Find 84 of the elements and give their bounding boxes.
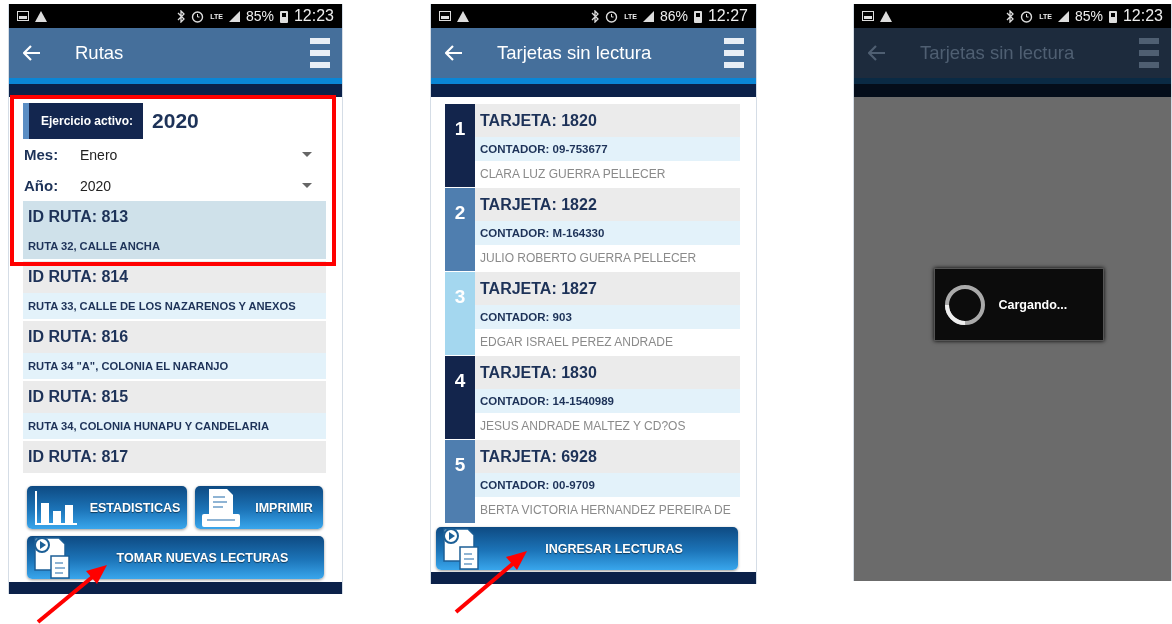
screen-title: Rutas: [74, 42, 125, 64]
filter-label: Año:: [24, 177, 60, 194]
owner-name: BERTA VICTORIA HERNANDEZ PEREIRA DE: [479, 502, 732, 519]
filter-label: Mes:: [24, 146, 60, 163]
battery-icon: [1108, 9, 1117, 23]
enter-readings-button[interactable]: INGRESAR LECTURAS: [436, 527, 738, 570]
meter-number: CONTADOR: 00-9709: [475, 473, 740, 497]
spinner-icon: [942, 282, 987, 327]
statistics-button[interactable]: ESTADISTICAS: [27, 486, 187, 529]
card-number: 1: [445, 104, 475, 187]
battery-icon: [693, 9, 702, 23]
dropdown[interactable]: 2020: [80, 172, 326, 199]
bluetooth-icon: [591, 9, 600, 23]
route-name: RUTA 33, CALLE DE LOS NAZARENOS Y ANEXOS: [23, 293, 326, 319]
menu-button[interactable]: [724, 38, 744, 68]
dropdown-caret-icon: [302, 183, 312, 188]
meter-number: CONTADOR: 09-753677: [475, 137, 740, 161]
image-icon: [17, 11, 29, 21]
owner-name: CLARA LUZ GUERRA PELLECER: [479, 166, 667, 183]
bluetooth-icon: [1006, 9, 1015, 23]
alarm-icon: [1020, 9, 1034, 23]
battery-percent: 85%: [1074, 8, 1103, 24]
dropdown-caret-icon: [302, 152, 312, 157]
meter-number: CONTADOR: M-164330: [475, 221, 740, 245]
image-icon: [439, 11, 451, 21]
card-title: TARJETA: 1827: [475, 272, 740, 305]
card-number: 5: [445, 440, 475, 523]
clock-time: 12:23: [293, 7, 334, 25]
clock-time: 12:23: [1122, 7, 1163, 25]
route-id: ID RUTA: 816: [23, 321, 326, 353]
bluetooth-icon: [177, 9, 186, 23]
card-title: TARJETA: 6928: [475, 440, 740, 473]
card-number: 3: [445, 272, 475, 355]
back-arrow-icon: [445, 45, 463, 61]
exercise-label: Ejercicio activo:: [23, 103, 144, 139]
route-name: RUTA 34, COLONIA HUNAPU Y CANDELARIA: [23, 413, 326, 439]
battery-percent: 85%: [245, 8, 274, 24]
screen-title: Tarjetas sin lectura: [496, 42, 653, 64]
menu-icon: [310, 38, 330, 68]
route-id: ID RUTA: 813: [23, 201, 326, 233]
bar-chart-icon: [33, 488, 79, 527]
image-icon: [862, 11, 874, 21]
battery-percent: 86%: [659, 8, 688, 24]
warning-icon: [35, 10, 47, 22]
menu-button[interactable]: [1139, 38, 1159, 68]
take-readings-button[interactable]: TOMAR NUEVAS LECTURAS: [27, 536, 324, 579]
menu-icon: [1139, 38, 1159, 68]
signal-icon: [228, 10, 240, 22]
route-item[interactable]: ID RUTA: 815 RUTA 34, COLONIA HUNAPU Y CANDELARIA: [23, 381, 326, 439]
signal-icon: [642, 10, 654, 22]
menu-button[interactable]: [310, 38, 330, 68]
card-number: 2: [445, 188, 475, 271]
exercise-year: 2020: [152, 109, 199, 133]
card-title: TARJETA: 1830: [475, 356, 740, 389]
back-arrow-icon: [23, 45, 41, 61]
loading-message: Cargando...: [998, 297, 1068, 312]
back-button[interactable]: [868, 45, 886, 61]
dropdown[interactable]: Enero: [80, 141, 326, 168]
warning-icon: [880, 10, 892, 22]
owner-name: JULIO ROBERTO GUERRA PELLECER: [479, 250, 698, 267]
owner-name: JESUS ANDRADE MALTEZ Y CD?OS: [479, 418, 687, 435]
route-item[interactable]: ID RUTA: 816 RUTA 34 "A", COLONIA EL NARANJO: [23, 321, 326, 379]
alarm-icon: [191, 9, 205, 23]
menu-icon: [724, 38, 744, 68]
warning-icon: [457, 10, 469, 22]
owner-name: EDGAR ISRAEL PEREZ ANDRADE: [479, 334, 674, 351]
card-title: TARJETA: 1820: [475, 104, 740, 137]
signal-icon: [1057, 10, 1069, 22]
route-name: RUTA 34 "A", COLONIA EL NARANJO: [23, 353, 326, 379]
route-item[interactable]: ID RUTA: 817: [23, 441, 326, 473]
printer-icon: [201, 487, 241, 528]
clock-time: 12:27: [707, 7, 748, 25]
back-arrow-icon: [868, 45, 886, 61]
route-item[interactable]: ID RUTA: 814 RUTA 33, CALLE DE LOS NAZARENOS Y ANEXOS: [23, 261, 326, 319]
route-item[interactable]: ID RUTA: 813 RUTA 32, CALLE ANCHA: [23, 201, 326, 259]
battery-icon: [279, 9, 288, 23]
route-id: ID RUTA: 815: [23, 381, 326, 413]
meter-number: CONTADOR: 903: [475, 305, 740, 329]
route-name: RUTA 32, CALLE ANCHA: [23, 233, 326, 259]
print-button[interactable]: IMPRIMIR: [195, 486, 323, 529]
card-title: TARJETA: 1822: [475, 188, 740, 221]
alarm-icon: [605, 9, 619, 23]
card-number: 4: [445, 356, 475, 439]
meter-number: CONTADOR: 14-1540989: [475, 389, 740, 413]
